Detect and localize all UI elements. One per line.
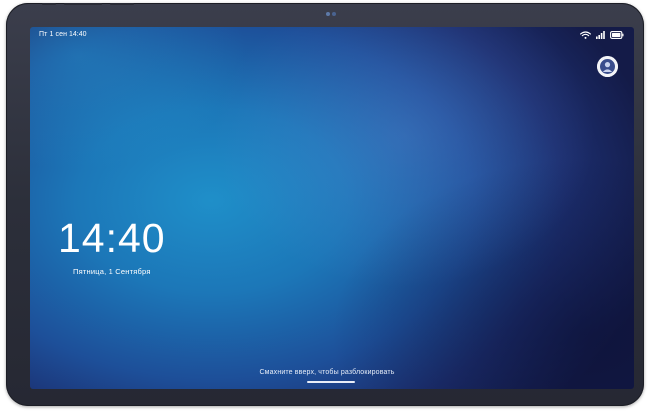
status-time: 14:40: [69, 31, 87, 38]
lock-clock: 14:40: [58, 215, 166, 261]
user-avatar-icon[interactable]: [597, 56, 618, 77]
status-icons: [580, 30, 624, 40]
volume-button: [64, 3, 102, 5]
power-button: [110, 3, 134, 5]
lock-date: Пятница, 1 Сентября: [73, 267, 151, 276]
battery-icon: [610, 31, 624, 39]
hardware-button: [42, 3, 56, 5]
status-bar: Пт 1 сен 14:40: [30, 27, 634, 45]
home-indicator[interactable]: [307, 381, 355, 383]
signal-icon: [596, 31, 605, 39]
wallpaper: [30, 27, 634, 389]
camera-sensor: [332, 12, 336, 16]
camera-lens: [326, 12, 330, 16]
front-camera: [326, 12, 336, 16]
status-date: Пт 1 сен: [39, 31, 68, 38]
lock-screen[interactable]: Пт 1 сен 14:40 14:40 Пятница, 1 Сентября…: [30, 27, 634, 389]
wifi-icon: [580, 31, 591, 39]
tablet-device: Пт 1 сен 14:40 14:40 Пятница, 1 Сентября…: [6, 3, 644, 406]
unlock-hint: Смахните вверх, чтобы разблокировать: [259, 369, 395, 376]
